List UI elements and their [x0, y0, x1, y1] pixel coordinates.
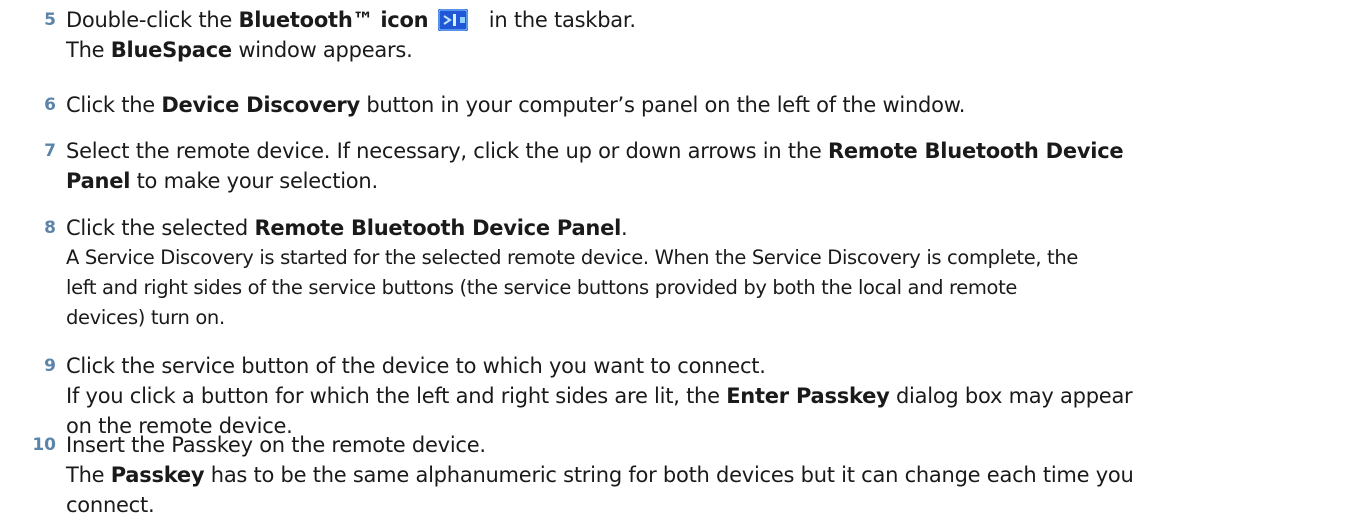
bold-term: Remote Bluetooth Device	[827, 139, 1124, 163]
step-text: Click the Device Discovery button in you…	[66, 90, 1328, 120]
step-text: Click the selected Remote Bluetooth Devi…	[66, 213, 1328, 333]
text-run: If you click a button for which the left…	[66, 384, 727, 408]
step-text: Click the service button of the device t…	[66, 351, 1328, 441]
text-run: The	[66, 38, 111, 62]
text-run: to make your selection.	[130, 169, 379, 193]
bluetooth-taskbar-icon	[438, 9, 469, 31]
bold-term: Enter Passkey	[726, 384, 890, 408]
step-line: Insert the Passkey on the remote device.	[66, 430, 1328, 460]
step-line: The BlueSpace window appears.	[66, 35, 1328, 65]
step-line: devices) turn on.	[66, 303, 1328, 333]
text-run: dialog box may appear	[889, 384, 1133, 408]
step-line: If you click a button for which the left…	[66, 381, 1328, 411]
step-line: Double-click the Bluetooth™ icon in the …	[66, 5, 1328, 35]
step-number: 10	[32, 435, 56, 455]
step-number: 6	[44, 95, 56, 115]
text-run: Insert the Passkey on the remote device.	[66, 433, 486, 457]
step-line: Click the selected Remote Bluetooth Devi…	[66, 213, 1328, 243]
text-run: window appears.	[231, 38, 413, 62]
text-run: A Service Discovery is started for the s…	[66, 246, 1078, 269]
text-run: devices) turn on.	[66, 306, 225, 329]
text-run: Select the remote device. If necessary, …	[66, 139, 828, 163]
step-number: 5	[44, 10, 56, 30]
text-run: Click the service button of the device t…	[66, 354, 766, 378]
text-run: in the taskbar.	[482, 8, 636, 32]
text-run: .	[621, 216, 628, 240]
step-line: Click the service button of the device t…	[66, 351, 1328, 381]
step-text: Insert the Passkey on the remote device.…	[66, 430, 1328, 520]
step-line: Click the Device Discovery button in you…	[66, 90, 1328, 120]
step-text: Double-click the Bluetooth™ icon in the …	[66, 5, 1328, 65]
step-line: left and right sides of the service butt…	[66, 273, 1328, 303]
text-run: Double-click the	[66, 8, 239, 32]
text-run: The	[66, 463, 111, 487]
step-line: A Service Discovery is started for the s…	[66, 243, 1328, 273]
step-number: 8	[44, 218, 56, 238]
text-run: button in your computer’s panel on the l…	[359, 93, 966, 117]
step-line: The Passkey has to be the same alphanume…	[66, 460, 1328, 490]
step-number: 7	[44, 141, 56, 161]
bold-term: Passkey	[110, 463, 205, 487]
text-run: has to be the same alphanumeric string f…	[204, 463, 1134, 487]
step-line: Select the remote device. If necessary, …	[66, 136, 1328, 166]
bold-term: Bluetooth™ icon	[238, 8, 429, 32]
text-run: Click the selected	[66, 216, 255, 240]
bold-term: Remote Bluetooth Device Panel	[254, 216, 622, 240]
text-run: Click the	[66, 93, 162, 117]
step-line: Panel to make your selection.	[66, 166, 1328, 196]
step-number: 9	[44, 356, 56, 376]
step-line: connect.	[66, 490, 1328, 520]
bold-term: BlueSpace	[110, 38, 232, 62]
step-text: Select the remote device. If necessary, …	[66, 136, 1328, 196]
text-run: left and right sides of the service butt…	[66, 276, 1018, 299]
bold-term: Device Discovery	[161, 93, 360, 117]
text-run: connect.	[66, 493, 155, 517]
bold-term: Panel	[66, 169, 131, 193]
